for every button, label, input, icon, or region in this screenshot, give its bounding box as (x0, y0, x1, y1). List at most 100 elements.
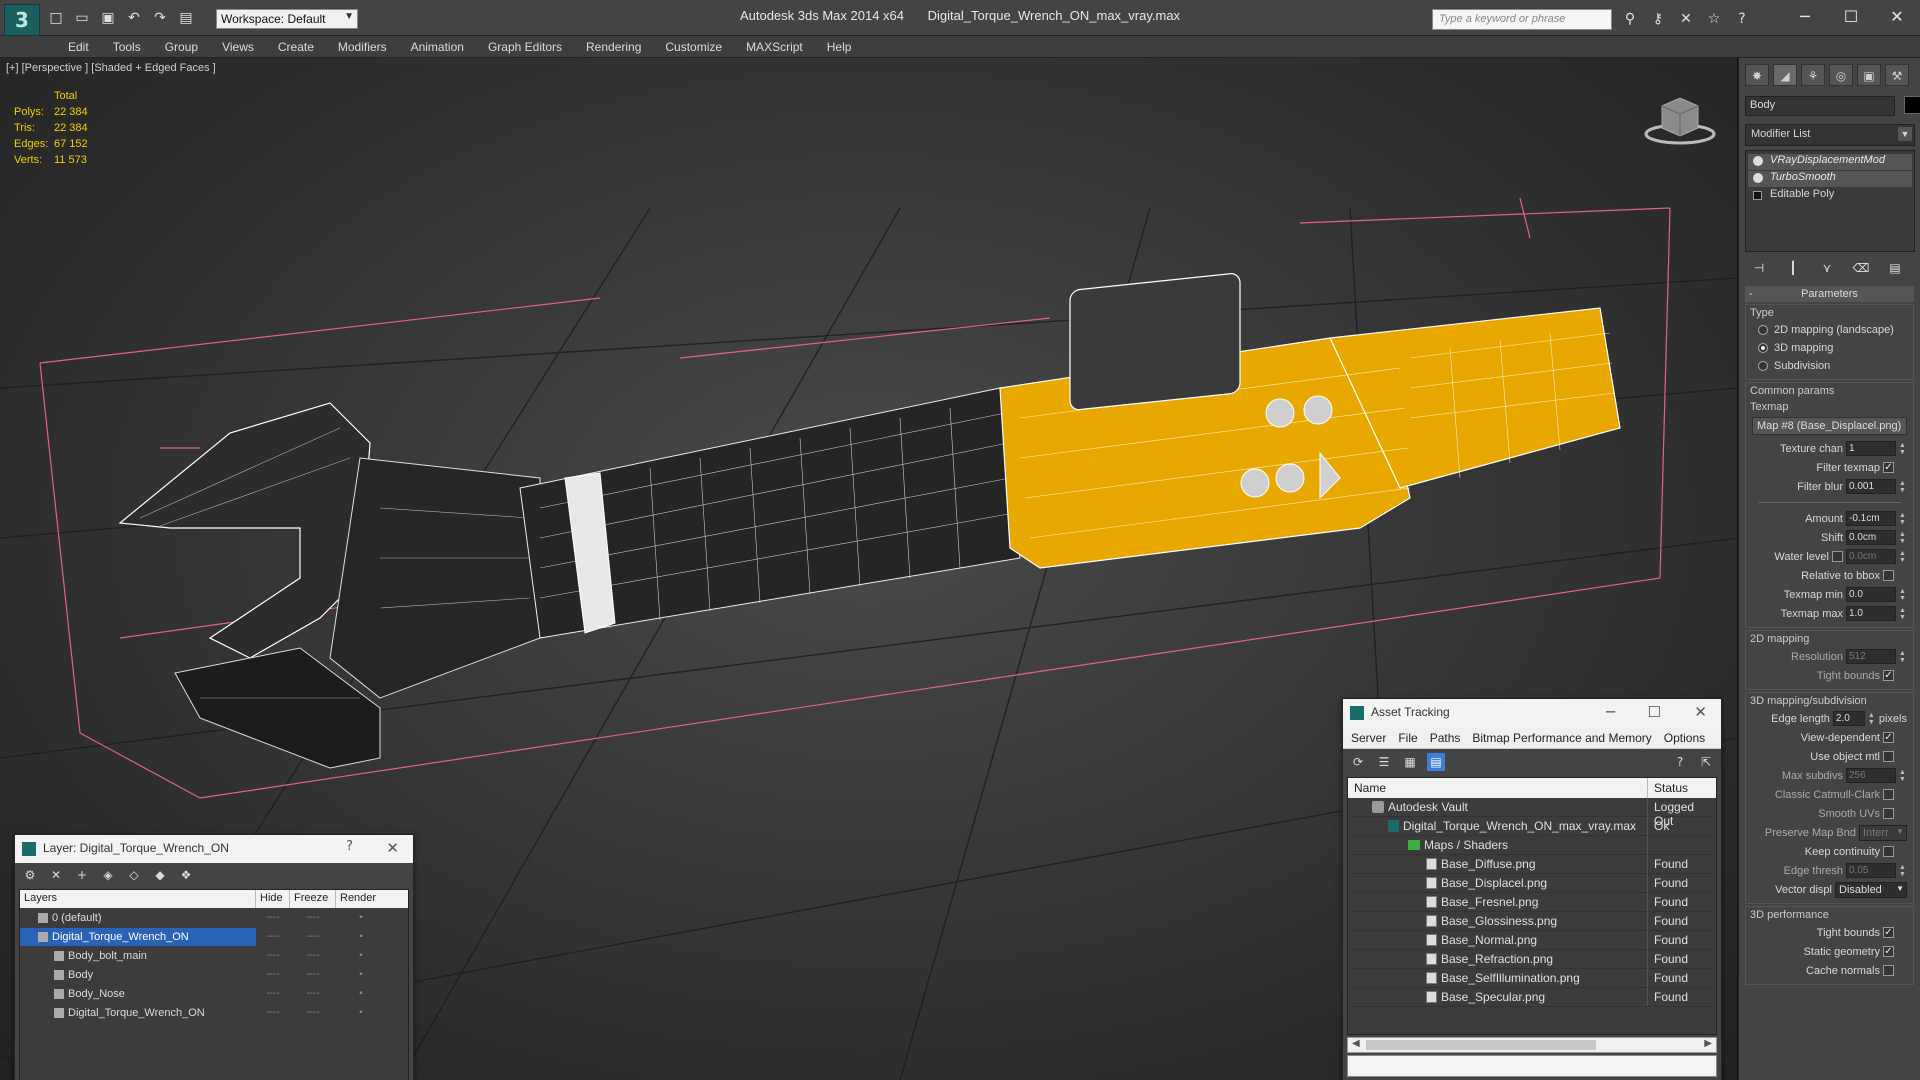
preserve-map-dropdown[interactable]: Interr ▼ (1859, 824, 1907, 841)
vector-displacement-dropdown[interactable]: Disabled ▼ (1835, 881, 1907, 898)
hide-all-icon[interactable]: ◆ (151, 866, 169, 884)
exchange-icon[interactable]: ✕ (1676, 9, 1696, 29)
max-subdivs-input[interactable]: 256 (1846, 768, 1896, 783)
help-icon[interactable]: ? (1671, 753, 1689, 771)
table-row[interactable]: Maps / Shaders (1348, 836, 1716, 855)
view-dependent-checkbox[interactable]: ✓ (1883, 732, 1894, 743)
close-button[interactable]: ✕ (1874, 4, 1920, 30)
resolution-input[interactable]: 512 (1846, 649, 1896, 664)
col-status[interactable]: Status (1648, 778, 1716, 798)
list-view-icon[interactable]: ☰ (1375, 753, 1393, 771)
menu-edit[interactable]: Edit (56, 36, 101, 57)
project-folder-icon[interactable]: ▤ (176, 8, 196, 28)
keep-continuity-checkbox[interactable] (1883, 846, 1894, 857)
hide-toggle[interactable]: ---- (256, 1007, 290, 1018)
radio-subdivision[interactable]: Subdivision (1750, 357, 1909, 375)
binoculars-icon[interactable]: ⚲ (1620, 9, 1640, 29)
open-file-icon[interactable]: ▭ (72, 8, 92, 28)
menu-customize[interactable]: Customize (653, 36, 734, 57)
delete-layer-icon[interactable]: ✕ (47, 866, 65, 884)
table-row[interactable]: Base_Displacel.png Found (1348, 874, 1716, 893)
table-row[interactable]: Base_Normal.png Found (1348, 931, 1716, 950)
spinner-arrows-icon[interactable]: ▲ ▼ (1899, 512, 1907, 526)
col-name[interactable]: Name (1348, 778, 1648, 798)
filter-texmap-checkbox[interactable]: ✓ (1883, 462, 1894, 473)
texmap-min-input[interactable]: 0.0 (1846, 587, 1896, 602)
thumbnail-view-icon[interactable]: ▦ (1401, 753, 1419, 771)
star-icon[interactable]: ☆ (1704, 9, 1724, 29)
workspace-selector[interactable]: Workspace: Default ▼ (216, 9, 358, 29)
maximize-button[interactable]: ☐ (1828, 4, 1874, 30)
hide-toggle[interactable]: ---- (256, 969, 290, 980)
object-color-swatch[interactable] (1904, 95, 1920, 114)
texture-chan-input[interactable]: 1 (1846, 441, 1896, 456)
show-end-result-icon[interactable]: ┃ (1783, 258, 1803, 278)
asset-horizontal-scrollbar[interactable]: ◀ ▶ (1347, 1037, 1717, 1053)
table-row[interactable]: Body_bolt_main ---- ---- ▪ (20, 946, 408, 965)
radio-3d-mapping[interactable]: 3D mapping (1750, 339, 1909, 357)
minimize-button[interactable]: ─ (1782, 4, 1828, 30)
modifier-list-dropdown[interactable]: Modifier List ▼ (1745, 124, 1915, 146)
hierarchy-tab-icon[interactable]: ⚘ (1801, 64, 1825, 86)
object-name-field[interactable]: Body (1745, 96, 1895, 116)
help-icon[interactable]: ? (346, 839, 353, 854)
spinner-arrows-icon[interactable]: ▲ ▼ (1899, 550, 1907, 564)
render-icon[interactable]: ▪ (336, 950, 386, 961)
col-layers[interactable]: Layers (20, 890, 256, 908)
use-object-mtl-checkbox[interactable] (1883, 751, 1894, 762)
freeze-toggle[interactable]: ---- (290, 988, 336, 999)
hide-toggle[interactable]: ---- (256, 912, 290, 923)
freeze-all-icon[interactable]: ❖ (177, 866, 195, 884)
spinner-arrows-icon[interactable]: ▲ ▼ (1899, 650, 1907, 664)
select-objects-icon[interactable]: ◈ (99, 866, 117, 884)
table-row[interactable]: Autodesk Vault Logged Out (1348, 798, 1716, 828)
menu-bitmap-performance[interactable]: Bitmap Performance and Memory (1466, 731, 1657, 748)
add-layer-icon[interactable]: + (73, 866, 91, 884)
water-level-checkbox[interactable] (1832, 551, 1843, 562)
spinner-arrows-icon[interactable]: ▲ ▼ (1899, 588, 1907, 602)
menu-maxscript[interactable]: MAXScript (734, 36, 815, 57)
freeze-toggle[interactable]: ---- (290, 950, 336, 961)
radio-2d-mapping[interactable]: 2D mapping (landscape) (1750, 321, 1909, 339)
spinner-arrows-icon[interactable]: ▲ ▼ (1899, 442, 1907, 456)
menu-rendering[interactable]: Rendering (574, 36, 653, 57)
app-menu-button[interactable]: 3 (4, 4, 40, 36)
menu-group[interactable]: Group (153, 36, 210, 57)
parameters-rollout-header[interactable]: - Parameters (1745, 286, 1914, 302)
menu-file[interactable]: File (1392, 731, 1423, 748)
redo-icon[interactable]: ↷ (150, 8, 170, 28)
table-row[interactable]: Base_Specular.png Found (1348, 988, 1716, 1007)
stack-item[interactable]: TurboSmooth (1748, 171, 1912, 187)
motion-tab-icon[interactable]: ◎ (1829, 64, 1853, 86)
spinner-arrows-icon[interactable]: ▲ ▼ (1899, 607, 1907, 621)
make-unique-icon[interactable]: ⋎ (1817, 258, 1837, 278)
menu-modifiers[interactable]: Modifiers (326, 36, 399, 57)
table-row[interactable]: Base_Fresnel.png Found (1348, 893, 1716, 912)
amount-input[interactable]: -0.1cm (1846, 511, 1896, 526)
help-icon[interactable]: ? (1732, 9, 1752, 29)
layer-window-title[interactable]: Layer: Digital_Torque_Wrench_ON ? ✕ (15, 835, 413, 863)
texmap-button[interactable]: Map #8 (Base_Displacel.png) (1752, 417, 1907, 435)
layer-settings-icon[interactable]: ⚙ (21, 866, 39, 884)
cache-normals-checkbox[interactable] (1883, 965, 1894, 976)
edge-thresh-input[interactable]: 0.05 (1846, 863, 1896, 878)
close-icon[interactable]: ✕ (386, 839, 399, 857)
hide-toggle[interactable]: ---- (256, 988, 290, 999)
minimize-icon[interactable]: ─ (1606, 703, 1615, 721)
texmap-max-input[interactable]: 1.0 (1846, 606, 1896, 621)
highlight-layer-icon[interactable]: ◇ (125, 866, 143, 884)
render-icon[interactable]: ▪ (336, 988, 386, 999)
freeze-toggle[interactable]: ---- (290, 912, 336, 923)
stack-item[interactable]: VRayDisplacementMod (1748, 154, 1912, 170)
table-row[interactable]: Digital_Torque_Wrench_ON ---- ---- ▪ (20, 1003, 408, 1022)
freeze-toggle[interactable]: ---- (290, 931, 336, 942)
table-row[interactable]: Base_SelfIllumination.png Found (1348, 969, 1716, 988)
menu-options[interactable]: Options (1658, 731, 1711, 748)
new-file-icon[interactable]: □ (46, 8, 66, 28)
modify-tab-icon[interactable]: ◢ (1773, 64, 1797, 86)
table-row[interactable]: Base_Refraction.png Found (1348, 950, 1716, 969)
table-row[interactable]: Body ---- ---- ▪ (20, 965, 408, 984)
spinner-arrows-icon[interactable]: ▲ ▼ (1899, 769, 1907, 783)
viewcube-icon[interactable] (1640, 88, 1720, 148)
render-icon[interactable]: ▪ (336, 1007, 386, 1018)
